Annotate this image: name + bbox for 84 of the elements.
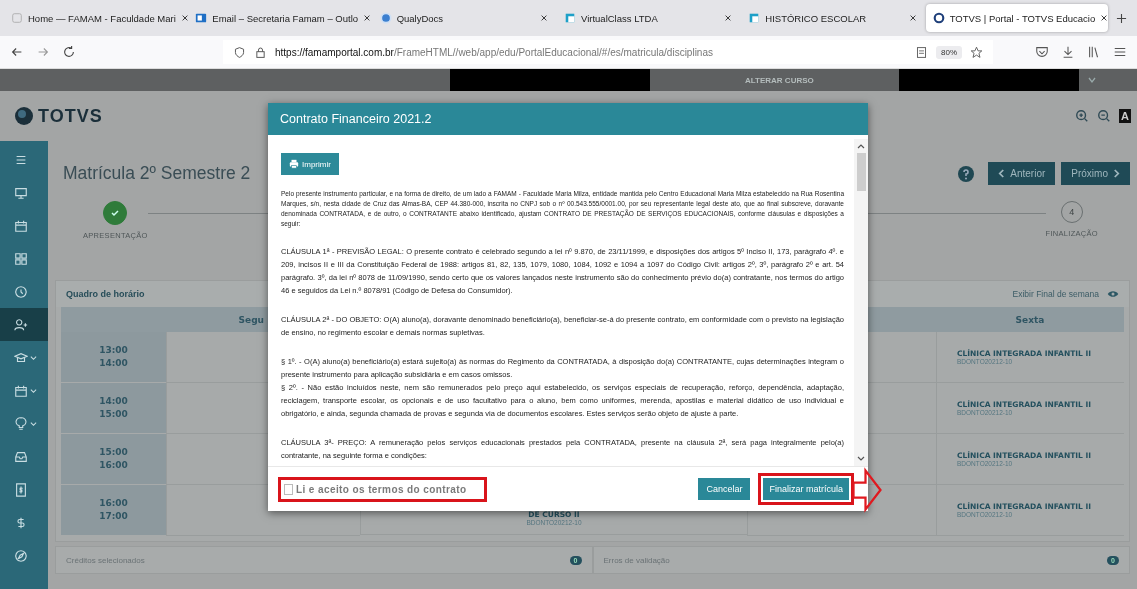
compass-icon (14, 548, 28, 563)
clock-icon (14, 284, 28, 299)
scrollbar[interactable] (854, 139, 868, 466)
inbox-icon (14, 449, 28, 464)
browser-tab[interactable]: Home — FAMAM - Faculdade Mari (4, 4, 187, 32)
grid-icon (14, 251, 28, 266)
cap-icon (14, 350, 28, 365)
tab-title: TOTVS | Portal - TOTVS Educacio (949, 12, 1096, 24)
checkbox[interactable] (284, 483, 293, 495)
reload-icon[interactable] (62, 45, 76, 59)
pocket-icon[interactable] (1035, 45, 1049, 59)
time-slot: 14:00 15:00 (61, 383, 166, 433)
document-icon (14, 482, 28, 497)
browser-tab[interactable]: VirtualClass LTDA (557, 4, 740, 32)
panel-title: Quadro de horário (66, 289, 145, 299)
monitor-icon (14, 185, 28, 200)
browser-tab[interactable]: QualyDocs (372, 4, 555, 32)
star-icon[interactable] (970, 45, 983, 59)
chevron-right-icon (1113, 169, 1120, 178)
finish-enrollment-button[interactable]: Finalizar matrícula (763, 478, 849, 500)
scroll-down-icon[interactable] (856, 455, 866, 463)
zoom-out-icon[interactable] (1097, 109, 1112, 123)
cancel-button[interactable]: Cancelar (698, 478, 751, 500)
column-header: Sexta (936, 307, 1124, 332)
address-field[interactable]: https://famamportal.com.br/FrameHTML//web/app/edu/PortalEducacional/#/es/matricula/disciplinas 80% (223, 40, 993, 64)
time-slot: 16:00 17:00 (61, 485, 166, 535)
bulb-icon (14, 416, 28, 431)
tab-favicon-icon (379, 12, 392, 24)
next-button[interactable]: Próximo (1061, 162, 1130, 185)
new-tab-icon[interactable] (1115, 12, 1127, 24)
accept-terms-label[interactable]: Li e aceito os termos do contrato (296, 483, 467, 495)
eye-icon[interactable] (1107, 290, 1119, 298)
logo-text: TOTVS (38, 105, 103, 127)
menu-icon[interactable] (1113, 45, 1127, 59)
tab-favicon-icon (11, 12, 23, 24)
logo-icon (14, 106, 34, 126)
browser-tab[interactable]: Email – Secretaria Famam – Outlo (188, 4, 371, 32)
tab-title: VirtualClass LTDA (581, 12, 659, 24)
page-title: Matrícula 2º Semestre 2 (63, 163, 251, 184)
scrollbar-thumb[interactable] (856, 153, 866, 191)
close-icon[interactable] (180, 14, 189, 22)
tab-favicon-icon (195, 12, 208, 24)
url-text: https://famamportal.com.br/FrameHTML//web/app/edu/PortalEducacional/#/es/matricula/disciplinas (275, 46, 713, 58)
zoom-in-icon[interactable] (1075, 109, 1090, 123)
time-slot: 15:00 16:00 (61, 434, 166, 484)
font-size-button[interactable]: A (1119, 109, 1131, 123)
check-icon (110, 208, 121, 218)
tab-title: QualyDocs (396, 12, 445, 24)
sidebar-item[interactable] (0, 308, 48, 341)
chevron-left-icon (998, 169, 1006, 178)
zoom-level[interactable]: 80% (936, 45, 962, 59)
help-icon[interactable] (958, 165, 975, 182)
tab-favicon-icon (564, 12, 576, 24)
scroll-up-icon[interactable] (856, 142, 866, 150)
download-icon[interactable] (1061, 45, 1075, 59)
tab-title: HISTÓRICO ESCOLAR (765, 12, 868, 24)
calendar-icon (14, 383, 28, 398)
previous-button[interactable]: Anterior (988, 162, 1056, 185)
browser-tab[interactable]: TOTVS | Portal - TOTVS Educacio (925, 4, 1108, 32)
browser-tab[interactable]: HISTÓRICO ESCOLAR (741, 4, 924, 32)
print-button[interactable]: Imprimir (281, 153, 339, 175)
forward-icon[interactable] (36, 45, 50, 59)
close-icon[interactable] (908, 14, 917, 22)
close-icon[interactable] (724, 14, 733, 22)
back-icon[interactable] (10, 45, 24, 59)
calendar-icon (14, 218, 28, 233)
dollar-icon (14, 515, 28, 530)
tab-favicon-icon (932, 12, 945, 24)
tab-title: Home — FAMAM - Faculdade Mari (28, 12, 176, 24)
printer-icon (289, 159, 299, 169)
lock-icon (254, 45, 267, 59)
tab-title: Email – Secretaria Famam – Outlo (212, 12, 359, 24)
person-add-icon (14, 317, 28, 332)
close-icon[interactable] (540, 14, 548, 22)
step-number: 4 (1060, 201, 1083, 223)
tab-favicon-icon (748, 12, 761, 24)
dialog-title: Contrato Financeiro 2021.2 (280, 112, 432, 126)
caret-icon[interactable] (1086, 75, 1097, 85)
close-icon[interactable] (363, 14, 372, 22)
library-icon[interactable] (1087, 45, 1101, 59)
reader-view-icon[interactable] (915, 45, 928, 59)
shield-icon (233, 45, 246, 59)
close-icon[interactable] (1100, 14, 1109, 22)
time-slot: 13:00 14:00 (61, 332, 166, 382)
